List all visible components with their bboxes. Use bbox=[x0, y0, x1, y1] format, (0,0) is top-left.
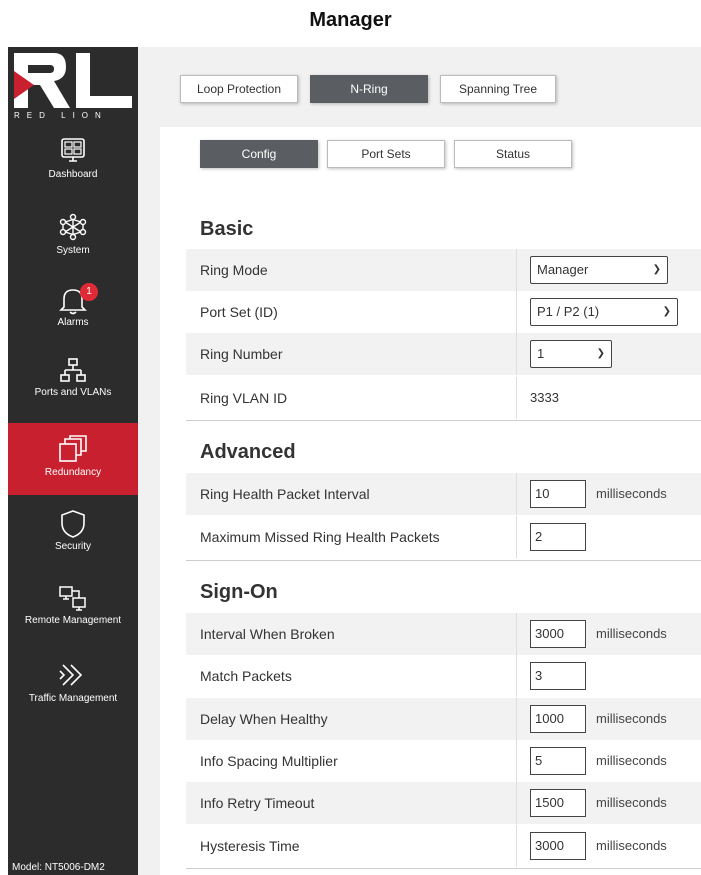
subtab-port-sets[interactable]: Port Sets bbox=[327, 140, 445, 168]
row-match-packets: Match Packets 3 bbox=[186, 655, 701, 697]
sidebar-item-system[interactable]: System bbox=[8, 213, 138, 269]
red-lion-logo[interactable]: RED LION bbox=[8, 47, 138, 127]
sidebar-item-dashboard[interactable]: Dashboard bbox=[8, 137, 138, 193]
tab-n-ring[interactable]: N-Ring bbox=[310, 75, 428, 103]
row-info-spacing-multiplier: Info Spacing Multiplier 5 milliseconds bbox=[186, 740, 701, 782]
info-retry-timeout-input[interactable]: 1500 bbox=[530, 789, 586, 817]
row-label: Info Retry Timeout bbox=[200, 795, 315, 811]
row-label: Maximum Missed Ring Health Packets bbox=[200, 529, 440, 545]
row-label: Ring Mode bbox=[200, 262, 268, 278]
sidebar-item-ports-vlans[interactable]: Ports and VLANs bbox=[8, 357, 138, 413]
sidebar-item-redundancy[interactable]: Redundancy bbox=[8, 423, 154, 495]
shield-icon bbox=[61, 510, 85, 538]
traffic-management-icon bbox=[59, 664, 83, 686]
ring-number-value: 1 bbox=[537, 346, 545, 361]
subtab-status[interactable]: Status bbox=[454, 140, 572, 168]
chevron-down-icon: ❯ bbox=[652, 264, 661, 275]
row-label: Delay When Healthy bbox=[200, 711, 328, 727]
row-ring-vlan-id: Ring VLAN ID 3333 bbox=[186, 377, 701, 419]
unit-label: milliseconds bbox=[596, 753, 667, 768]
sidebar-item-label: Security bbox=[54, 541, 92, 552]
content-gutter bbox=[138, 127, 160, 875]
row-ring-mode: Ring Mode Manager ❯ bbox=[186, 249, 701, 291]
sidebar: RED LION Dashboard System 1 Alarms Ports… bbox=[8, 47, 154, 875]
row-label: Port Set (ID) bbox=[200, 304, 278, 320]
sidebar-item-label: Redundancy bbox=[44, 467, 102, 478]
ring-mode-select[interactable]: Manager ❯ bbox=[530, 256, 668, 284]
sidebar-item-security[interactable]: Security bbox=[8, 509, 138, 569]
sidebar-item-label: System bbox=[56, 245, 90, 256]
row-max-missed-packets: Maximum Missed Ring Health Packets 2 bbox=[186, 516, 701, 558]
unit-label: milliseconds bbox=[596, 711, 667, 726]
sidebar-item-label: Dashboard bbox=[48, 169, 98, 180]
redundancy-icon bbox=[59, 435, 87, 462]
ring-vlan-id-value: 3333 bbox=[530, 390, 559, 405]
sidebar-item-alarms[interactable]: 1 Alarms bbox=[8, 283, 138, 341]
row-label: Match Packets bbox=[200, 668, 292, 684]
section-title-basic: Basic bbox=[200, 218, 254, 240]
page-title: Manager bbox=[309, 8, 392, 31]
row-ring-health-packet-interval: Ring Health Packet Interval 10 milliseco… bbox=[186, 473, 701, 515]
tab-spanning-tree[interactable]: Spanning Tree bbox=[440, 75, 556, 103]
row-info-retry-timeout: Info Retry Timeout 1500 milliseconds bbox=[186, 782, 701, 824]
port-set-select[interactable]: P1 / P2 (1) ❯ bbox=[530, 298, 678, 326]
sidebar-item-label: Alarms bbox=[57, 317, 89, 328]
match-packets-input[interactable]: 3 bbox=[530, 662, 586, 690]
sidebar-item-label: Remote Management bbox=[24, 615, 122, 626]
dashboard-icon bbox=[61, 138, 85, 162]
row-delay-when-healthy: Delay When Healthy 1000 milliseconds bbox=[186, 698, 701, 740]
row-interval-when-broken: Interval When Broken 3000 milliseconds bbox=[186, 613, 701, 655]
sidebar-item-traffic-management[interactable]: Traffic Management bbox=[8, 661, 138, 721]
model-label: Model: NT5006-DM2 bbox=[12, 862, 105, 873]
port-set-value: P1 / P2 (1) bbox=[537, 304, 600, 319]
row-label: Ring Number bbox=[200, 346, 283, 362]
ring-mode-value: Manager bbox=[537, 262, 589, 277]
row-label: Info Spacing Multiplier bbox=[200, 753, 338, 769]
chevron-down-icon: ❯ bbox=[662, 306, 671, 317]
unit-label: milliseconds bbox=[596, 795, 667, 810]
interval-when-broken-input[interactable]: 3000 bbox=[530, 620, 586, 648]
logo-mark-icon bbox=[14, 53, 132, 108]
unit-label: milliseconds bbox=[596, 626, 667, 641]
network-icon bbox=[60, 358, 86, 382]
row-label: Ring VLAN ID bbox=[200, 390, 288, 406]
row-label: Hysteresis Time bbox=[200, 838, 300, 854]
alarm-count-badge: 1 bbox=[80, 283, 98, 301]
row-label: Ring Health Packet Interval bbox=[200, 486, 370, 502]
row-ring-number: Ring Number 1 ❯ bbox=[186, 333, 701, 375]
top-tab-bar: Loop Protection N-Ring Spanning Tree bbox=[138, 47, 701, 127]
ring-health-interval-input[interactable]: 10 bbox=[530, 480, 586, 508]
subtab-config[interactable]: Config bbox=[200, 140, 318, 168]
max-missed-packets-input[interactable]: 2 bbox=[530, 523, 586, 551]
unit-label: milliseconds bbox=[596, 838, 667, 853]
delay-when-healthy-input[interactable]: 1000 bbox=[530, 705, 586, 733]
unit-label: milliseconds bbox=[596, 486, 667, 501]
sidebar-item-label: Ports and VLANs bbox=[34, 387, 112, 398]
tab-loop-protection[interactable]: Loop Protection bbox=[180, 75, 298, 103]
logo-text: RED LION bbox=[14, 111, 108, 120]
row-hysteresis-time: Hysteresis Time 3000 milliseconds bbox=[186, 825, 701, 867]
sidebar-item-remote-management[interactable]: Remote Management bbox=[8, 585, 138, 645]
section-title-sign-on: Sign-On bbox=[200, 581, 278, 603]
row-port-set: Port Set (ID) P1 / P2 (1) ❯ bbox=[186, 291, 701, 333]
chevron-down-icon: ❯ bbox=[596, 348, 605, 359]
remote-management-icon bbox=[59, 586, 86, 611]
row-label: Interval When Broken bbox=[200, 626, 335, 642]
ring-number-select[interactable]: 1 ❯ bbox=[530, 340, 612, 368]
section-title-advanced: Advanced bbox=[200, 441, 296, 463]
system-icon bbox=[59, 213, 87, 241]
hysteresis-time-input[interactable]: 3000 bbox=[530, 832, 586, 860]
info-spacing-multiplier-input[interactable]: 5 bbox=[530, 747, 586, 775]
sidebar-item-label: Traffic Management bbox=[28, 693, 118, 704]
